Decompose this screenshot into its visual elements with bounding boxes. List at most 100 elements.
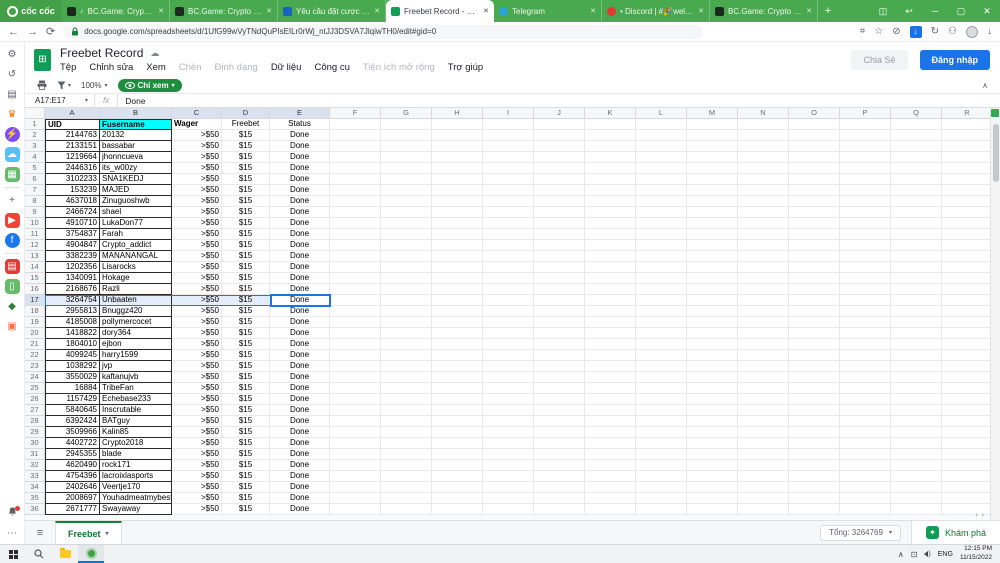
cell-D34[interactable]: $15 [222, 482, 270, 493]
row-header-12[interactable]: 12 [25, 240, 45, 251]
cell[interactable] [942, 438, 993, 449]
cell[interactable] [585, 196, 636, 207]
cell-A26[interactable]: 1157429 [45, 394, 100, 405]
cell-A24[interactable]: 3550029 [45, 372, 100, 383]
cell[interactable] [381, 240, 432, 251]
column-header-L[interactable]: L [636, 108, 687, 119]
cell[interactable] [330, 471, 381, 482]
cell[interactable] [789, 295, 840, 306]
formula-input[interactable]: Done [118, 96, 145, 106]
cell-C5[interactable]: >$50 [172, 163, 222, 174]
cell[interactable] [891, 240, 942, 251]
volume-icon[interactable]: ) [924, 551, 930, 558]
cell[interactable] [432, 306, 483, 317]
cell[interactable] [534, 339, 585, 350]
row-header-23[interactable]: 23 [25, 361, 45, 372]
cell[interactable] [585, 229, 636, 240]
cell[interactable] [738, 383, 789, 394]
cell[interactable] [330, 394, 381, 405]
settings-icon[interactable]: ⚙ [5, 47, 20, 62]
cell[interactable] [891, 504, 942, 515]
cell[interactable] [789, 339, 840, 350]
cell[interactable] [585, 504, 636, 515]
adblock-icon[interactable]: ⊘ [892, 26, 900, 37]
crown-rewards-icon[interactable]: ♛ [5, 107, 20, 122]
tab-close-icon[interactable]: ✕ [158, 7, 164, 15]
cell[interactable] [483, 482, 534, 493]
scrollbar-thumb[interactable] [993, 124, 999, 182]
cell[interactable] [840, 471, 891, 482]
cell[interactable] [891, 383, 942, 394]
cell[interactable] [687, 262, 738, 273]
cell-E4[interactable]: Done [270, 152, 330, 163]
cell-D10[interactable]: $15 [222, 218, 270, 229]
row-header-11[interactable]: 11 [25, 229, 45, 240]
cell[interactable] [840, 350, 891, 361]
cell[interactable] [534, 416, 585, 427]
cell[interactable] [483, 504, 534, 515]
cell-A3[interactable]: 2133151 [45, 141, 100, 152]
cell[interactable] [585, 317, 636, 328]
cell-C14[interactable]: >$50 [172, 262, 222, 273]
row-header-28[interactable]: 28 [25, 416, 45, 427]
column-header-P[interactable]: P [840, 108, 891, 119]
cell[interactable] [330, 438, 381, 449]
hat-app-icon[interactable]: ◆ [5, 299, 20, 314]
sheet-tab-freebet[interactable]: Freebet ▾ [55, 521, 122, 544]
menu-chỉnh-sửa[interactable]: Chỉnh sửa [89, 62, 133, 73]
cell[interactable] [942, 471, 993, 482]
cell-A32[interactable]: 4620490 [45, 460, 100, 471]
cell-D9[interactable]: $15 [222, 207, 270, 218]
cell[interactable] [738, 218, 789, 229]
signin-button[interactable]: Đăng nhập [920, 50, 991, 70]
cell[interactable] [840, 339, 891, 350]
cell[interactable] [942, 449, 993, 460]
cell[interactable] [891, 207, 942, 218]
cell[interactable] [738, 174, 789, 185]
column-header-O[interactable]: O [789, 108, 840, 119]
cell[interactable] [330, 273, 381, 284]
cell[interactable] [942, 130, 993, 141]
cell[interactable] [432, 328, 483, 339]
cell[interactable] [483, 262, 534, 273]
cell[interactable] [534, 449, 585, 460]
new-tab-button[interactable]: + [818, 2, 838, 20]
cell[interactable] [738, 449, 789, 460]
cell[interactable] [585, 350, 636, 361]
cell[interactable] [381, 460, 432, 471]
cell[interactable] [942, 251, 993, 262]
cell[interactable] [534, 328, 585, 339]
cell[interactable] [432, 383, 483, 394]
cell-E18[interactable]: Done [270, 306, 330, 317]
cell-B12[interactable]: Crypto_addict [100, 240, 172, 251]
cell[interactable] [636, 196, 687, 207]
row-header-34[interactable]: 34 [25, 482, 45, 493]
cell[interactable] [891, 174, 942, 185]
cell[interactable] [483, 350, 534, 361]
cell[interactable] [738, 339, 789, 350]
cell[interactable] [381, 372, 432, 383]
cell[interactable] [687, 163, 738, 174]
cell[interactable] [432, 218, 483, 229]
cell[interactable] [585, 460, 636, 471]
cell-E14[interactable]: Done [270, 262, 330, 273]
cell[interactable] [381, 130, 432, 141]
cell-E8[interactable]: Done [270, 196, 330, 207]
column-header-K[interactable]: K [585, 108, 636, 119]
cell[interactable] [942, 284, 993, 295]
print-icon[interactable] [37, 80, 47, 90]
cell-D32[interactable]: $15 [222, 460, 270, 471]
cell[interactable] [687, 306, 738, 317]
cell[interactable] [840, 504, 891, 515]
cell[interactable] [636, 460, 687, 471]
cell[interactable] [840, 130, 891, 141]
cell[interactable] [789, 482, 840, 493]
cell-C12[interactable]: >$50 [172, 240, 222, 251]
cell[interactable] [483, 273, 534, 284]
cell[interactable] [738, 207, 789, 218]
cell-D17[interactable]: $15 [222, 295, 270, 306]
cell-D25[interactable]: $15 [222, 383, 270, 394]
cell-B19[interactable]: pollymercocet [100, 317, 172, 328]
cell[interactable] [432, 284, 483, 295]
cell-C9[interactable]: >$50 [172, 207, 222, 218]
